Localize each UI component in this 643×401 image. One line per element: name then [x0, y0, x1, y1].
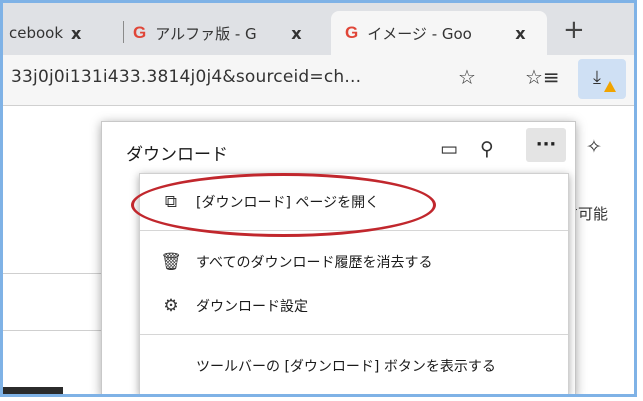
- download-arrow-icon: ⤓: [593, 67, 601, 88]
- menu-item-download-settings[interactable]: ⚙ ダウンロード設定: [140, 286, 568, 326]
- pin-icon[interactable]: ✧: [586, 136, 602, 158]
- tab-close-icon[interactable]: x: [71, 24, 81, 43]
- menu-item-label: ダウンロード設定: [196, 299, 308, 315]
- tab-alpha[interactable]: G アルファ版 - G x: [133, 11, 323, 55]
- warning-icon: [604, 81, 616, 92]
- new-tab-button[interactable]: +: [563, 15, 585, 45]
- tab-separator: [123, 21, 124, 43]
- add-favorite-icon[interactable]: ☆: [458, 65, 476, 89]
- address-bar-url[interactable]: 33j0j0i131i433.3814j0j4&sourceid=ch...: [11, 67, 361, 87]
- menu-item-clear-history[interactable]: 🗑 すべてのダウンロード履歴を消去する: [140, 242, 568, 282]
- browser-window: cebook x G アルファ版 - G x G イメージ - Goo x + …: [0, 0, 637, 397]
- gear-icon: ⚙: [163, 296, 179, 316]
- favorites-icon[interactable]: ☆≡: [525, 65, 560, 89]
- tab-image-active[interactable]: G イメージ - Goo x: [331, 11, 547, 55]
- tab-label: イメージ - Goo: [367, 24, 472, 43]
- downloads-panel-title: ダウンロード: [126, 145, 228, 165]
- annotation-ellipse: [131, 173, 436, 237]
- google-g-icon: G: [345, 23, 359, 42]
- search-icon[interactable]: ⚲: [480, 138, 494, 160]
- tab-close-icon[interactable]: x: [515, 24, 525, 43]
- open-folder-icon[interactable]: ▭: [440, 138, 458, 160]
- page-image-fragment: [3, 387, 63, 394]
- address-bar-row: 33j0j0i131i433.3814j0j4&sourceid=ch... ☆…: [3, 55, 634, 106]
- trash-icon: 🗑: [160, 252, 182, 272]
- tab-facebook[interactable]: cebook x: [9, 11, 121, 55]
- tab-label: cebook: [9, 24, 64, 42]
- google-g-icon: G: [133, 23, 147, 42]
- tab-label: アルファ版 - G: [155, 24, 257, 43]
- more-options-button[interactable]: ···: [526, 128, 566, 162]
- downloads-button[interactable]: ⤓: [578, 59, 626, 99]
- menu-item-label: ツールバーの [ダウンロード] ボタンを表示する: [196, 359, 496, 375]
- tab-close-icon[interactable]: x: [291, 24, 301, 43]
- menu-item-label: すべてのダウンロード履歴を消去する: [196, 255, 433, 271]
- menu-separator: [140, 334, 568, 335]
- menu-item-show-toolbar-button[interactable]: ツールバーの [ダウンロード] ボタンを表示する: [140, 346, 568, 386]
- tab-strip: cebook x G アルファ版 - G x G イメージ - Goo x +: [3, 3, 634, 55]
